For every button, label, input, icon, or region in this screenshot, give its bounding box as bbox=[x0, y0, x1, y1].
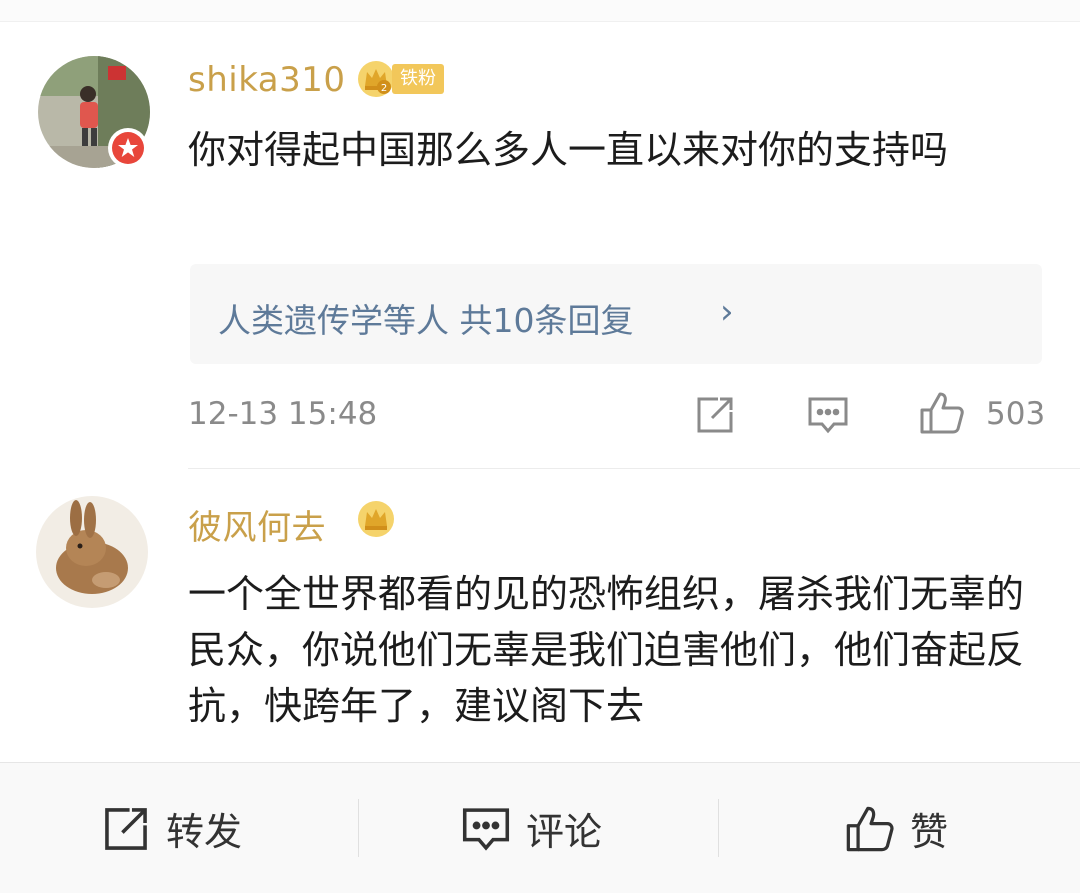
repost-icon[interactable] bbox=[694, 394, 736, 440]
crown-icon: 2 bbox=[357, 60, 395, 102]
repost-button[interactable]: 转发 bbox=[100, 763, 242, 893]
comment-label: 评论 bbox=[526, 810, 603, 854]
username[interactable]: 彼风何去 bbox=[188, 500, 326, 549]
avatar[interactable] bbox=[36, 496, 148, 608]
chevron-right-icon: › bbox=[720, 292, 734, 332]
comment-icon bbox=[462, 807, 510, 851]
comment-text: 你对得起中国那么多人一直以来对你的支持吗 bbox=[188, 128, 949, 172]
like-icon bbox=[846, 806, 894, 851]
repost-label: 转发 bbox=[166, 810, 243, 854]
reply-summary-box[interactable]: 人类遗传学等人 共10条回复 › bbox=[190, 264, 1042, 364]
reply-summary-link[interactable]: 人类遗传学等人 共10条回复 bbox=[218, 294, 633, 342]
comment-text: 一个全世界都看的见的恐怖组织，屠杀我们无辜的民众，你说他们无辜是我们迫害他们，他… bbox=[188, 572, 1025, 728]
comment-icon[interactable] bbox=[806, 394, 850, 440]
like-count: 503 bbox=[986, 396, 1046, 432]
fan-level-badge: 铁粉 bbox=[392, 64, 444, 94]
verified-badge-icon bbox=[108, 128, 148, 168]
like-label: 赞 bbox=[910, 810, 949, 854]
bottom-action-bar: 转发 评论 赞 bbox=[0, 762, 1080, 893]
crown-icon bbox=[357, 500, 395, 542]
comment-timestamp: 12-13 15:48 bbox=[188, 396, 378, 432]
top-edge bbox=[0, 0, 1080, 22]
repost-icon bbox=[105, 807, 147, 850]
username[interactable]: shika310 bbox=[188, 60, 346, 100]
bar-divider bbox=[358, 799, 359, 857]
bar-divider bbox=[718, 799, 719, 857]
like-button[interactable]: 赞 bbox=[844, 763, 948, 893]
comment-divider bbox=[188, 468, 1080, 469]
svg-text:2: 2 bbox=[381, 83, 387, 94]
like-icon[interactable] bbox=[918, 390, 966, 440]
comment-button[interactable]: 评论 bbox=[460, 763, 602, 893]
